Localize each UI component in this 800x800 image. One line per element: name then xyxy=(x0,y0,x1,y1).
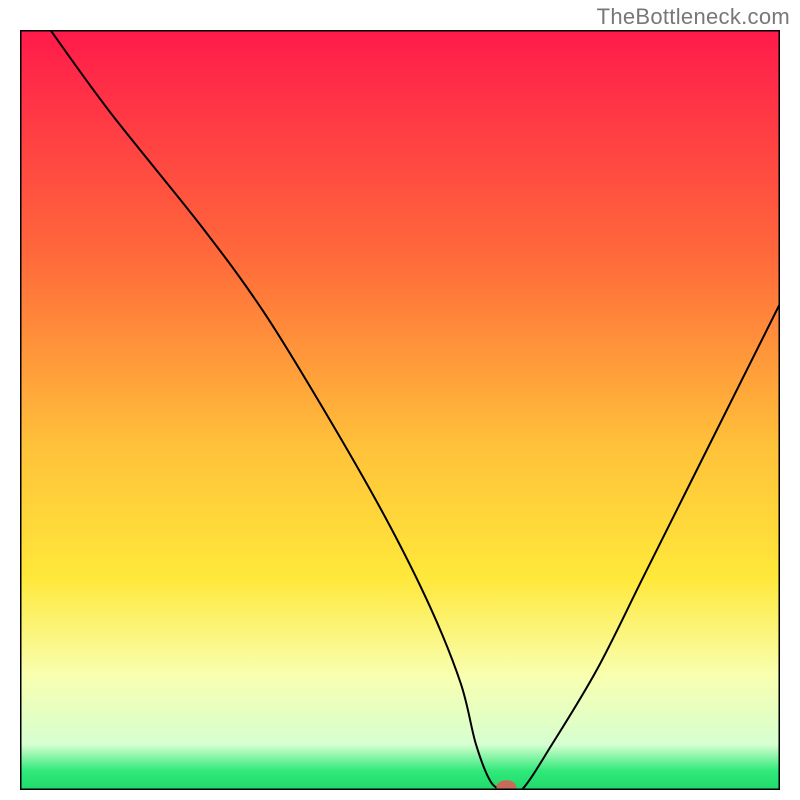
watermark-text: TheBottleneck.com xyxy=(597,4,790,30)
plot-frame xyxy=(20,30,780,790)
chart-svg xyxy=(20,30,780,790)
gradient-background xyxy=(20,30,780,790)
chart-container: TheBottleneck.com xyxy=(0,0,800,800)
